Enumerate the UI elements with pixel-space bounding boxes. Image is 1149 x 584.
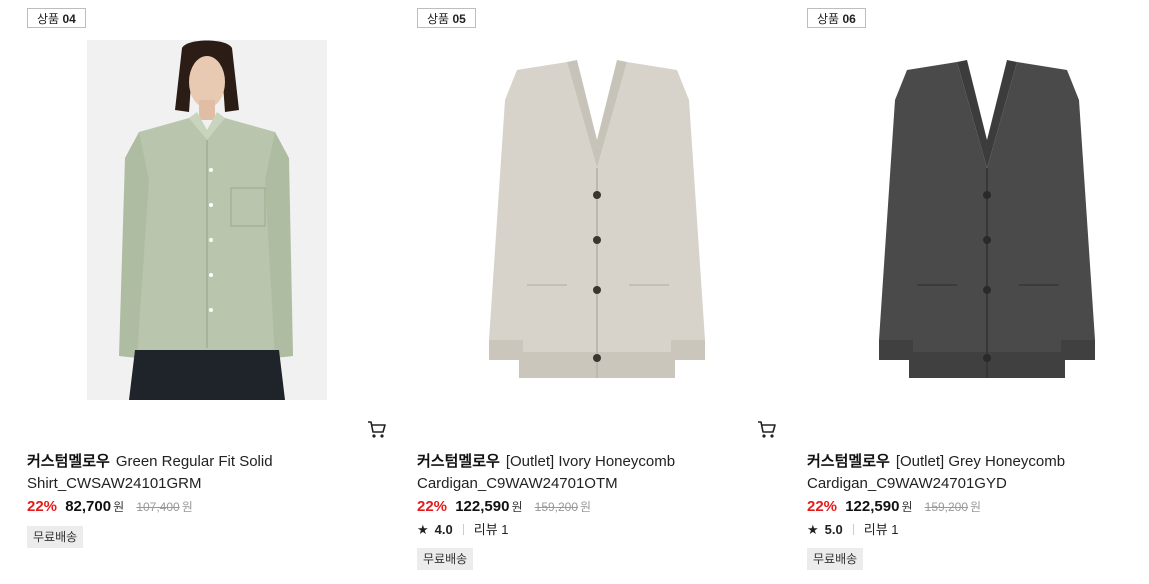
divider [852, 524, 854, 535]
discount-rate: 22% [807, 498, 838, 515]
product-image[interactable] [417, 40, 777, 402]
price-row: 22% 122,590 원 159,200 원 [807, 498, 981, 515]
brand-name: 커스텀멜로우 [27, 453, 110, 470]
brand-name: 커스텀멜로우 [807, 453, 890, 470]
original-currency-label: 원 [970, 500, 982, 514]
cart-icon[interactable] [367, 420, 387, 440]
currency-label: 원 [113, 500, 125, 514]
product-number-tag: 상품 06 [807, 8, 866, 28]
rating-score: 5.0 [824, 522, 843, 537]
review-count[interactable]: 리뷰 1 [864, 522, 899, 537]
star-icon: ★ [807, 522, 819, 537]
discount-rate: 22% [417, 498, 448, 515]
divider [462, 524, 464, 535]
product-card[interactable]: 상품 05 커스텀멜로우 [Outlet] Ivory Honeycomb Car… [417, 0, 782, 584]
rating-row: ★ 4.0 리뷰 1 [417, 519, 509, 538]
star-icon: ★ [417, 522, 429, 537]
price-row: 22% 122,590 원 159,200 원 [417, 498, 591, 515]
product-image[interactable] [807, 40, 1149, 402]
brand-name: 커스텀멜로우 [417, 453, 500, 470]
review-count[interactable]: 리뷰 1 [474, 522, 509, 537]
product-title[interactable]: 커스텀멜로우 Green Regular Fit Solid Shirt_CWSA… [27, 451, 387, 495]
free-shipping-badge: 무료배송 [417, 548, 474, 570]
discount-rate: 22% [27, 498, 58, 515]
rating-score: 4.0 [434, 522, 453, 537]
free-shipping-badge: 무료배송 [807, 548, 864, 570]
sale-price: 82,700 [65, 498, 112, 515]
sale-price: 122,590 [455, 498, 510, 515]
product-number-tag: 상품 04 [27, 8, 86, 28]
product-number-tag: 상품 05 [417, 8, 476, 28]
free-shipping-badge: 무료배송 [27, 526, 84, 548]
product-image[interactable] [27, 40, 387, 402]
currency-label: 원 [901, 500, 913, 514]
product-title[interactable]: 커스텀멜로우 [Outlet] Ivory Honeycomb Cardigan_… [417, 451, 777, 495]
original-currency-label: 원 [181, 500, 193, 514]
price-row: 22% 82,700 원 107,400 원 [27, 498, 193, 515]
currency-label: 원 [511, 500, 523, 514]
product-title[interactable]: 커스텀멜로우 [Outlet] Grey Honeycomb Cardigan_C… [807, 451, 1149, 495]
rating-row: ★ 5.0 리뷰 1 [807, 519, 899, 538]
original-price: 159,200 [534, 500, 579, 514]
product-card[interactable]: 상품 06 커스텀멜로우 [Outlet] Grey Honeycomb Card… [807, 0, 1149, 584]
cart-icon[interactable] [757, 420, 777, 440]
original-currency-label: 원 [580, 500, 592, 514]
original-price: 107,400 [136, 500, 180, 514]
sale-price: 122,590 [845, 498, 900, 515]
original-price: 159,200 [924, 500, 969, 514]
product-card[interactable]: 상품 04 커스텀멜로우 Green Regular Fit Solid Shi… [27, 0, 392, 584]
